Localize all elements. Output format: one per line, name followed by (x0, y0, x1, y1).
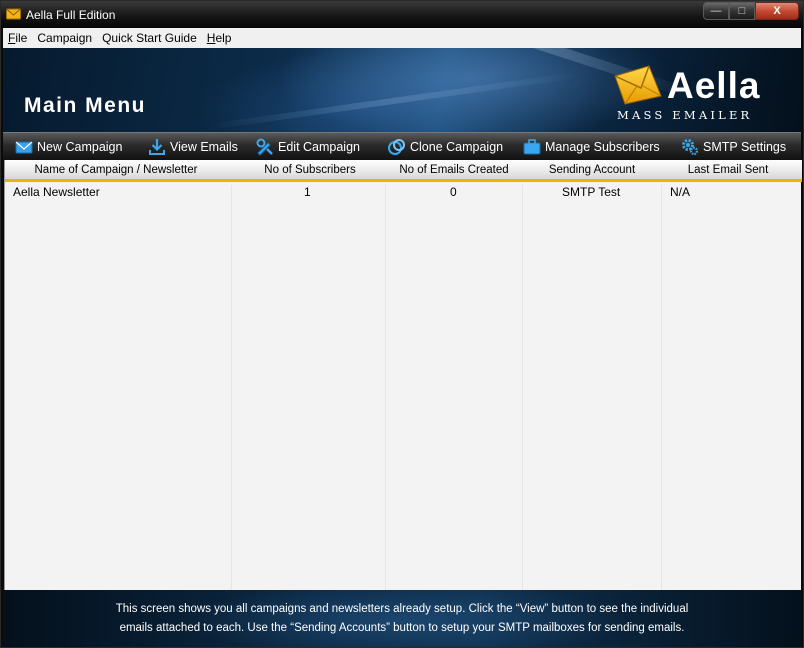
menu-bar: File Campaign Quick Start Guide Help (3, 28, 801, 48)
cell-emails-created: 0 (450, 185, 457, 199)
help-text-line-1: This screen shows you all campaigns and … (115, 603, 689, 615)
help-text-line-2: emails attached to each. Use the “Sendin… (119, 622, 685, 634)
column-divider (231, 185, 232, 590)
manage-subscribers-button[interactable]: Manage Subscribers (523, 136, 660, 158)
aella-logo: Aella MASS EMAILER (611, 60, 781, 122)
window-controls: — □ X (703, 2, 799, 20)
table-header: Name of Campaign / Newsletter No of Subs… (5, 160, 802, 182)
column-header-last-email-sent[interactable]: Last Email Sent (665, 160, 791, 180)
toolbar: New Campaign View Emails Edit Campaign C… (3, 132, 801, 160)
smtp-settings-label: SMTP Settings (703, 140, 787, 154)
minimize-button[interactable]: — (703, 2, 729, 20)
menu-quick-start-label: Quick Start Guide (102, 31, 197, 45)
help-footer: This screen shows you all campaigns and … (3, 590, 801, 647)
menu-campaign[interactable]: Campaign (32, 31, 97, 45)
window-title: Aella Full Edition (26, 8, 116, 22)
logo-tagline: MASS EMAILER (617, 108, 753, 122)
menu-file-label: ile (15, 31, 28, 45)
edit-tools-icon (256, 138, 273, 156)
column-divider (661, 185, 662, 590)
cell-subscribers: 1 (304, 185, 311, 199)
cell-last-email-sent: N/A (670, 185, 691, 199)
menu-help[interactable]: Help (202, 31, 237, 45)
smtp-settings-button[interactable]: SMTP Settings (681, 136, 786, 158)
view-emails-button[interactable]: View Emails (148, 136, 238, 158)
table-row[interactable]: Aella Newsletter 1 0 SMTP Test N/A (5, 185, 802, 202)
page-title: Main Menu (24, 94, 146, 117)
column-header-name[interactable]: Name of Campaign / Newsletter (5, 160, 227, 180)
manage-subscribers-label: Manage Subscribers (545, 140, 660, 154)
edit-campaign-button[interactable]: Edit Campaign (256, 136, 360, 158)
gear-icon (682, 139, 699, 156)
column-header-sending-account[interactable]: Sending Account (530, 160, 654, 180)
cell-campaign-name: Aella Newsletter (13, 185, 100, 199)
column-header-emails-created[interactable]: No of Emails Created (385, 160, 523, 180)
banner-light-streak (204, 71, 582, 131)
menu-quick-start-guide[interactable]: Quick Start Guide (97, 31, 202, 45)
clone-icon (388, 139, 405, 155)
column-divider (522, 185, 523, 590)
logo-envelope-icon (614, 65, 662, 105)
cell-sending-account: SMTP Test (562, 185, 621, 199)
menu-file[interactable]: File (3, 31, 32, 45)
app-envelope-icon (6, 8, 21, 20)
menu-help-label: elp (215, 31, 232, 45)
edit-campaign-label: Edit Campaign (278, 140, 360, 154)
download-arrow-icon (149, 139, 165, 155)
envelope-icon (15, 141, 33, 154)
logo-name: Aella (667, 65, 761, 106)
clone-campaign-button[interactable]: Clone Campaign (388, 136, 503, 158)
column-header-subscribers[interactable]: No of Subscribers (245, 160, 375, 180)
column-divider (385, 185, 386, 590)
close-button[interactable]: X (755, 2, 799, 20)
new-campaign-button[interactable]: New Campaign (15, 136, 122, 158)
header-banner: Main Menu Aella MASS EMAILER (3, 48, 801, 132)
view-emails-label: View Emails (170, 140, 238, 154)
menu-campaign-label: Campaign (37, 31, 93, 45)
new-campaign-label: New Campaign (37, 140, 123, 154)
campaign-table: Name of Campaign / Newsletter No of Subs… (4, 160, 802, 590)
maximize-button[interactable]: □ (729, 2, 755, 20)
title-bar[interactable]: Aella Full Edition — □ X (1, 1, 803, 28)
briefcase-icon (523, 139, 541, 155)
clone-campaign-label: Clone Campaign (410, 140, 504, 154)
app-window: Aella Full Edition — □ X File Campaign Q… (0, 0, 804, 648)
